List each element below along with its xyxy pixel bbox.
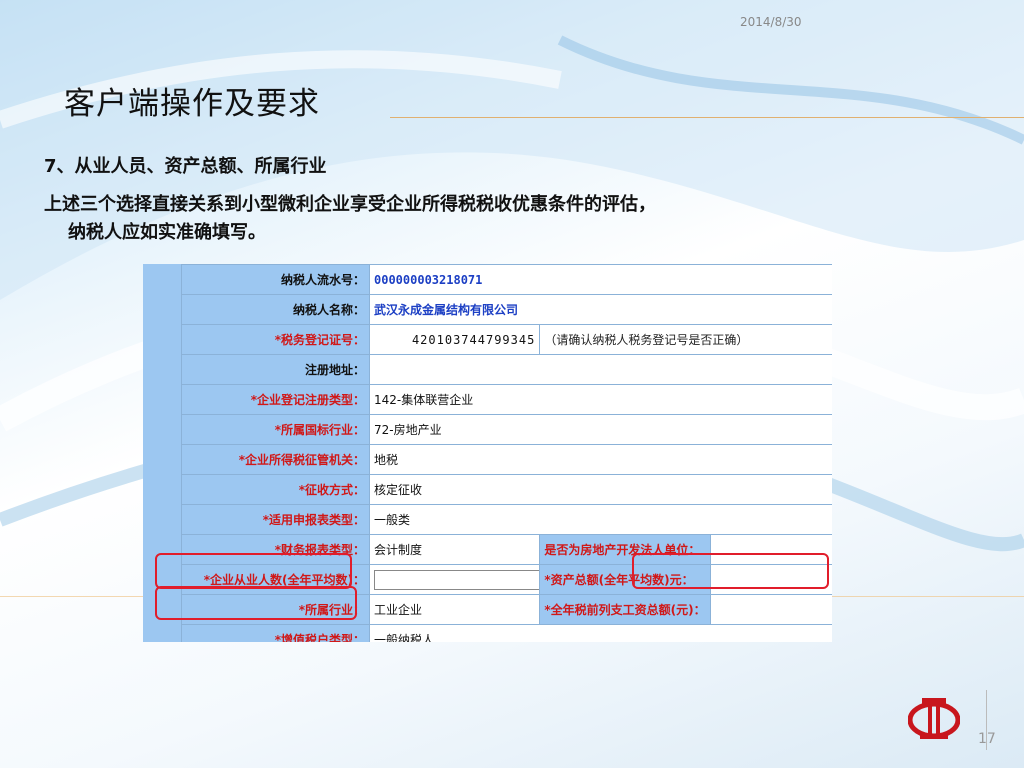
employee-count-cell: 222 [368, 564, 541, 595]
employee-count-input[interactable]: 222 [374, 569, 539, 590]
tax-registration-input[interactable]: 420103744799345 [368, 324, 541, 355]
form-row: *税务登记证号： 420103744799345 （请确认纳税人税务登记号是否正… [181, 324, 832, 355]
taxpayer-name-value: 武汉永成金属结构有限公司 [369, 294, 832, 325]
return-type-value: 一般类 [369, 504, 832, 535]
form-row: *企业登记注册类型： 142-集体联营企业 [181, 384, 832, 415]
total-wages-input[interactable] [709, 594, 832, 625]
form-row: 纳税人流水号： 000000003218071 [181, 264, 832, 295]
field-label: *适用申报表类型： [181, 504, 370, 535]
serial-number-value: 000000003218071 [369, 264, 832, 295]
form-row: 注册地址： [181, 354, 832, 385]
field-label: *税务登记证号： [181, 324, 370, 355]
field-label: *所属国标行业： [181, 414, 370, 445]
form-row: *适用申报表类型： 一般类 [181, 504, 832, 535]
section-heading: 7、从业人员、资产总额、所属行业 [44, 156, 327, 177]
registration-note: （请确认纳税人税务登记号是否正确） [539, 324, 832, 355]
form-row: *征收方式： 核定征收 [181, 474, 832, 505]
form-row: *企业所得税征管机关： 地税 [181, 444, 832, 475]
field-label: 纳税人名称： [181, 294, 370, 325]
page-number: 17 [978, 731, 996, 747]
field-label: 纳税人流水号： [181, 264, 370, 295]
field-label: *企业所得税征管机关： [181, 444, 370, 475]
slide-title: 客户端操作及要求 [64, 86, 320, 122]
collection-method-value: 核定征收 [369, 474, 832, 505]
tax-authority-value: 地税 [369, 444, 832, 475]
highlight-industry [155, 586, 357, 620]
slide-date: 2014/8/30 [740, 15, 802, 29]
title-divider [390, 117, 1024, 118]
vat-type-value: 一般纳税人 [369, 624, 832, 642]
highlight-total-assets [632, 553, 829, 589]
field-label: 注册地址： [181, 354, 370, 385]
highlight-employee-count [155, 553, 352, 589]
form-row: 纳税人名称： 武汉永成金属结构有限公司 [181, 294, 832, 325]
industry-value: 72-房地产业 [369, 414, 832, 445]
body-text-line-2: 纳税人应如实准确填写。 [68, 222, 266, 243]
field-label: *征收方式： [181, 474, 370, 505]
total-wages-label: *全年税前列支工资总额(元)： [539, 594, 711, 625]
field-label: *企业登记注册类型： [181, 384, 370, 415]
form-row: *所属国标行业： 72-房地产业 [181, 414, 832, 445]
form-row: *增值税户类型： 一般纳税人 [181, 624, 832, 642]
field-label: *增值税户类型： [181, 624, 370, 642]
registration-type-value: 142-集体联营企业 [369, 384, 832, 415]
address-value [369, 354, 832, 385]
financial-statement-select[interactable]: 会计制度 [368, 534, 541, 565]
tax-bureau-logo-icon [908, 698, 960, 739]
body-text-line-1: 上述三个选择直接关系到小型微利企业享受企业所得税税收优惠条件的评估， [44, 194, 656, 215]
industry-select[interactable]: 工业企业 [368, 594, 541, 625]
